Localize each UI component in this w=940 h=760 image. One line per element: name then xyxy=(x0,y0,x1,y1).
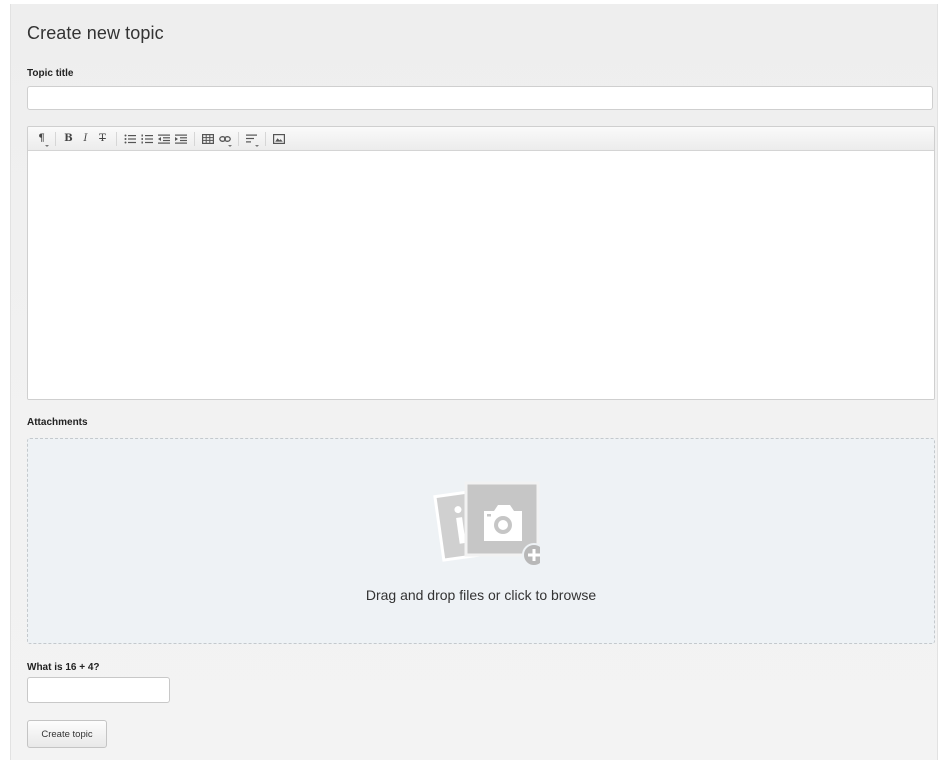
captcha-answer-input[interactable] xyxy=(27,677,170,703)
captcha-label: What is 16 + 4? xyxy=(27,662,100,673)
table-icon[interactable] xyxy=(200,131,215,147)
create-topic-panel: Create new topic Topic title ¶ B I T Att… xyxy=(10,4,938,760)
dropzone-instructions: Drag and drop files or click to browse xyxy=(365,587,597,603)
toolbar-divider xyxy=(116,131,117,146)
align-icon[interactable] xyxy=(244,131,259,147)
topic-title-label: Topic title xyxy=(27,68,74,79)
toolbar-divider xyxy=(238,131,239,146)
indent-icon[interactable] xyxy=(173,131,188,147)
paragraph-format-icon[interactable]: ¶ xyxy=(34,131,49,147)
ordered-list-icon[interactable] xyxy=(139,131,154,147)
toolbar-divider xyxy=(194,131,195,146)
bold-icon[interactable]: B xyxy=(61,131,76,147)
strikethrough-icon[interactable]: T xyxy=(95,131,110,147)
photo-upload-icon xyxy=(433,481,540,567)
link-icon[interactable] xyxy=(217,131,232,147)
create-topic-button[interactable]: Create topic xyxy=(27,720,107,748)
editor-content-area[interactable] xyxy=(28,151,934,399)
attachments-label: Attachments xyxy=(27,417,88,428)
toolbar-divider xyxy=(265,131,266,146)
page-title: Create new topic xyxy=(27,23,164,43)
image-icon[interactable] xyxy=(271,131,286,147)
editor-toolbar: ¶ B I T xyxy=(28,127,934,151)
attachments-dropzone[interactable]: Drag and drop files or click to browse xyxy=(27,438,935,644)
outdent-icon[interactable] xyxy=(156,131,171,147)
unordered-list-icon[interactable] xyxy=(122,131,137,147)
italic-icon[interactable]: I xyxy=(78,131,93,147)
toolbar-divider xyxy=(55,131,56,146)
topic-title-input[interactable] xyxy=(27,86,933,110)
rich-text-editor: ¶ B I T xyxy=(27,126,935,400)
